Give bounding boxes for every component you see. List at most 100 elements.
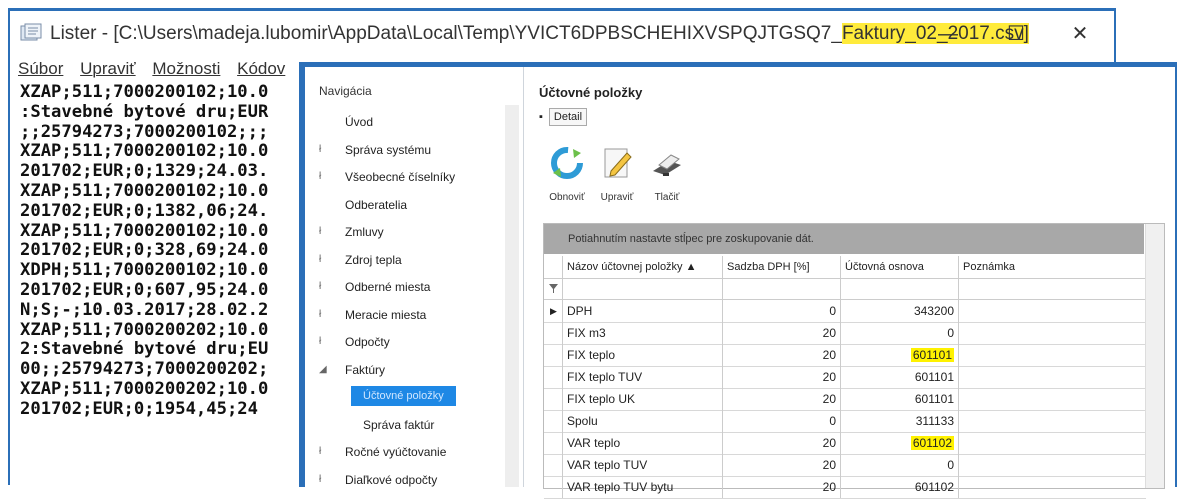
cell-note[interactable] xyxy=(958,344,1146,366)
cell-vat-rate[interactable]: 20 xyxy=(722,366,840,388)
filter-cell-vat-rate[interactable] xyxy=(722,279,840,299)
print-button[interactable]: Tlačiť xyxy=(639,139,695,203)
cell-account[interactable]: 601102 xyxy=(840,432,958,454)
cell-name[interactable]: FIX m3 xyxy=(562,322,722,344)
edit-icon xyxy=(604,148,632,178)
table-row[interactable]: FIX m3 20 0 xyxy=(544,322,1146,345)
menu-moznosti[interactable]: Možnosti xyxy=(152,59,220,78)
nav-item[interactable]: Účtovné položky xyxy=(305,386,505,410)
content-panel: Účtovné položky ▪ Detail Obnoviť Upraviť xyxy=(529,67,1169,499)
cell-vat-rate[interactable]: 20 xyxy=(722,344,840,366)
cell-name-value: FIX m3 xyxy=(567,326,606,340)
cell-note[interactable] xyxy=(958,388,1146,410)
nav-item[interactable]: ł Odberné miesta xyxy=(305,276,505,300)
column-header-account[interactable]: Účtovná osnova xyxy=(840,256,958,278)
cell-name[interactable]: Spolu xyxy=(562,410,722,432)
navigation-panel: Navigácia Úvod ł Správa systému ł Všeobecné … xyxy=(305,67,524,487)
cell-note[interactable] xyxy=(958,300,1146,322)
cell-account[interactable]: 311133 xyxy=(840,410,958,432)
table-row[interactable]: VAR teplo TUV bytu 20 601102 xyxy=(544,476,1146,499)
cell-vat-rate[interactable]: 20 xyxy=(722,454,840,476)
nav-item[interactable]: ł Odpočty xyxy=(305,331,505,355)
cell-account[interactable]: 601101 xyxy=(840,344,958,366)
nav-item[interactable]: ł Zmluvy xyxy=(305,221,505,245)
filter-cell-account[interactable] xyxy=(840,279,958,299)
table-row[interactable]: FIX teplo 20 601101 xyxy=(544,344,1146,367)
nav-item[interactable]: Úvod xyxy=(305,111,505,135)
cell-name[interactable]: FIX teplo TUV xyxy=(562,366,722,388)
expand-arrow-icon[interactable]: ł xyxy=(319,144,327,155)
column-header-note[interactable]: Poznámka xyxy=(958,256,1146,278)
expand-arrow-icon[interactable]: ł xyxy=(319,254,327,265)
cell-account[interactable]: 0 xyxy=(840,322,958,344)
cell-name[interactable]: FIX teplo UK xyxy=(562,388,722,410)
expand-arrow-icon[interactable]: ł xyxy=(319,309,327,320)
table-row[interactable]: VAR teplo 20 601102 xyxy=(544,432,1146,455)
cell-name[interactable]: VAR teplo TUV xyxy=(562,454,722,476)
menu-subor[interactable]: Súbor xyxy=(18,59,63,78)
nav-item[interactable]: Odberatelia xyxy=(305,194,505,218)
nav-item[interactable]: ł Zdroj tepla xyxy=(305,249,505,273)
table-row[interactable]: ▶ DPH 0 343200 xyxy=(544,300,1146,323)
column-header-name[interactable]: Názov účtovnej položky ▲ xyxy=(562,256,722,278)
cell-note[interactable] xyxy=(958,432,1146,454)
cell-note[interactable] xyxy=(958,410,1146,432)
expand-arrow-icon[interactable]: ł xyxy=(319,446,327,457)
cell-note[interactable] xyxy=(958,454,1146,476)
expand-arrow-icon[interactable]: ł xyxy=(319,171,327,182)
table-row[interactable]: VAR teplo TUV 20 0 xyxy=(544,454,1146,477)
filter-icon[interactable] xyxy=(548,283,559,294)
grid-scrollbar[interactable] xyxy=(1145,224,1164,488)
group-by-panel[interactable]: Potiahnutím nastavte stĺpec pre zoskupov… xyxy=(544,224,1144,254)
close-button[interactable]: ✕ xyxy=(1058,19,1102,49)
cell-vat-rate[interactable]: 20 xyxy=(722,476,840,498)
table-row[interactable]: Spolu 0 311133 xyxy=(544,410,1146,433)
filter-cell-name[interactable] xyxy=(562,279,722,299)
minimize-button[interactable]: — xyxy=(926,19,970,49)
cell-note[interactable] xyxy=(958,322,1146,344)
table-row[interactable]: FIX teplo TUV 20 601101 xyxy=(544,366,1146,389)
cell-vat-rate[interactable]: 20 xyxy=(722,432,840,454)
nav-item[interactable]: ł Diaľkové odpočty xyxy=(305,469,505,493)
nav-item[interactable]: Správa faktúr xyxy=(305,414,505,438)
table-row[interactable]: FIX teplo UK 20 601101 xyxy=(544,388,1146,411)
lister-line: XZAP;511;7000200102;10.0 xyxy=(20,141,269,162)
nav-item[interactable]: ◢ Faktúry xyxy=(305,359,505,383)
expanded-arrow-icon[interactable]: ◢ xyxy=(319,364,327,375)
detail-tab[interactable]: ▪ Detail xyxy=(539,108,588,126)
cell-vat-rate[interactable]: 0 xyxy=(722,410,840,432)
nav-item[interactable]: ł Všeobecné číselníky xyxy=(305,166,505,190)
refresh-button[interactable]: Obnoviť xyxy=(539,139,595,203)
cell-note[interactable] xyxy=(958,476,1146,498)
cell-name[interactable]: VAR teplo TUV bytu xyxy=(562,476,722,498)
cell-name[interactable]: VAR teplo xyxy=(562,432,722,454)
expand-arrow-icon[interactable]: ł xyxy=(319,226,327,237)
cell-vat-rate-value: 20 xyxy=(822,392,836,406)
cell-account-value: 601102 xyxy=(914,480,954,494)
expand-arrow-icon[interactable]: ł xyxy=(319,474,327,485)
cell-account[interactable]: 343200 xyxy=(840,300,958,322)
column-header-vat-rate[interactable]: Sadzba DPH [%] xyxy=(722,256,840,278)
cell-account[interactable]: 601101 xyxy=(840,366,958,388)
cell-vat-rate[interactable]: 20 xyxy=(722,388,840,410)
lister-file-content[interactable]: XZAP;511;7000200102;10.0:Stavebné bytové… xyxy=(20,83,310,485)
filter-cell-note[interactable] xyxy=(958,279,1146,299)
cell-account[interactable]: 601102 xyxy=(840,476,958,498)
cell-name[interactable]: DPH xyxy=(562,300,722,322)
edit-button[interactable]: Upraviť xyxy=(589,139,645,203)
cell-account[interactable]: 601101 xyxy=(840,388,958,410)
nav-item[interactable]: ł Správa systému xyxy=(305,139,505,163)
nav-item[interactable]: ł Meracie miesta xyxy=(305,304,505,328)
cell-note[interactable] xyxy=(958,366,1146,388)
navigation-scrollbar[interactable] xyxy=(505,105,519,487)
maximize-button[interactable]: ☐ xyxy=(994,19,1038,49)
menu-upravit[interactable]: Upraviť xyxy=(80,59,136,78)
cell-account[interactable]: 0 xyxy=(840,454,958,476)
menu-kodovanie[interactable]: Kódov xyxy=(237,59,285,78)
cell-vat-rate[interactable]: 20 xyxy=(722,322,840,344)
expand-arrow-icon[interactable]: ł xyxy=(319,336,327,347)
cell-name[interactable]: FIX teplo xyxy=(562,344,722,366)
expand-arrow-icon[interactable]: ł xyxy=(319,281,327,292)
cell-vat-rate[interactable]: 0 xyxy=(722,300,840,322)
nav-item[interactable]: ł Ročné vyúčtovanie xyxy=(305,441,505,465)
